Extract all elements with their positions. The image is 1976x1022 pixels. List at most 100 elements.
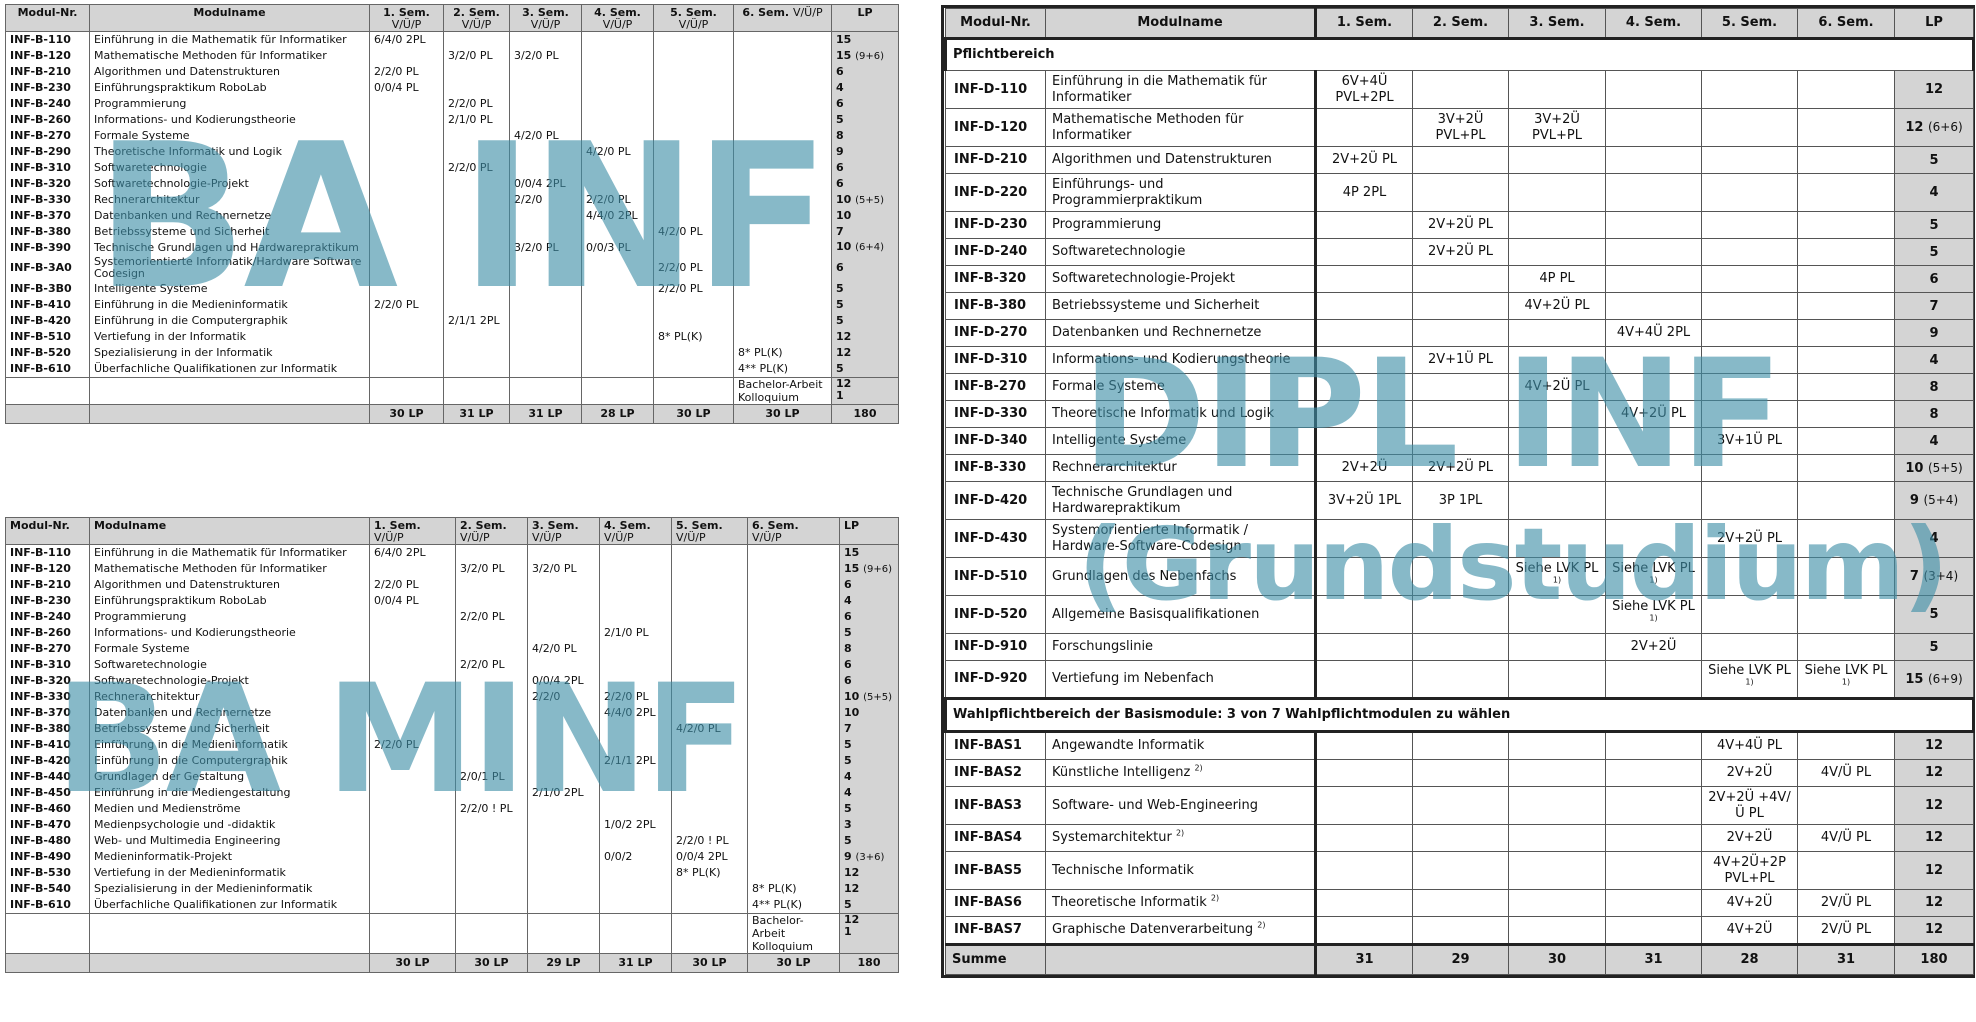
semester-cell	[509, 345, 582, 361]
lp-value: 5	[836, 281, 844, 295]
semester-cell: 2V/Ü PL	[1797, 916, 1895, 945]
semester-cell	[369, 144, 444, 160]
module-name: Einführung in die Mediengestaltung	[89, 785, 370, 801]
module-id: INF-B-380	[945, 292, 1046, 320]
semester-cell	[443, 224, 510, 240]
lp-cell: 12	[839, 881, 899, 897]
module-id: INF-D-240	[945, 238, 1046, 266]
lp-cell: 10 (5+5)	[1894, 454, 1974, 482]
module-id: INF-B-420	[5, 313, 90, 329]
ba-inf-header: Modul-Nr. Modulname 1. Sem. V/Ü/P 2. Sem.…	[5, 4, 899, 32]
semester-value: 4V+2Ü PL	[1524, 379, 1590, 394]
module-id: INF-B-410	[5, 737, 90, 753]
semester-cell	[733, 31, 832, 48]
lp-value: 8	[1929, 406, 1939, 422]
semester-cell: 3V+2Ü PVL+PL	[1412, 108, 1509, 147]
lp-value: 10	[836, 208, 852, 222]
semester-cell	[671, 609, 748, 625]
dipl-body: Pflichtbereich INF-D-110 Einführung in die…	[944, 38, 1975, 975]
empty-cell	[89, 404, 370, 424]
semester-sum: 31 LP	[599, 953, 672, 973]
empty-cell	[1508, 759, 1606, 787]
semester-cell	[1797, 319, 1895, 347]
lp-value: 9	[1929, 325, 1939, 341]
semester-cell	[369, 192, 444, 208]
semester-cell: 8* PL(K)	[671, 865, 748, 881]
semester-cell	[369, 881, 456, 897]
col-sem3: 3. Sem. V/Ü/P	[509, 4, 582, 32]
module-id: INF-BAS7	[945, 916, 1046, 945]
semester-sum: 29	[1412, 943, 1509, 975]
semester-sum: 30 LP	[747, 953, 840, 973]
semester-cell	[747, 865, 840, 881]
module-id: INF-D-310	[945, 346, 1046, 374]
table-row: INF-B-420 Einführung in die Computergraph…	[5, 313, 899, 329]
lp-value: 12	[844, 881, 860, 895]
col-sem5: 5. Sem.	[1701, 8, 1798, 40]
footnote-mark: 1)	[1649, 613, 1658, 623]
module-name: Betriebssysteme und Sicherheit	[89, 721, 370, 737]
lp-value: 5	[844, 737, 852, 751]
table-row: INF-D-510 Grundlagen des Nebenfachs Siehe …	[945, 557, 1974, 596]
semester-cell	[1412, 427, 1509, 455]
col-sem6: 6. Sem. V/Ü/P	[747, 517, 840, 545]
col-modulname: Modulname	[1045, 8, 1317, 40]
semester-cell	[1701, 633, 1798, 661]
semester-cell	[369, 641, 456, 657]
lp-value: 5	[844, 753, 852, 767]
module-id: INF-B-380	[5, 721, 90, 737]
semester-cell: 2/2/0 ! PL	[671, 833, 748, 849]
lp-cell: 6	[839, 673, 899, 689]
semester-cell	[1605, 481, 1702, 520]
semester-cell: 2/2/0 PL	[581, 192, 654, 208]
empty-cell	[1412, 889, 1509, 917]
semester-cell	[369, 849, 456, 865]
semester-cell	[1605, 427, 1702, 455]
semester-cell: 0/0/3 PL	[581, 240, 654, 255]
empty-cell	[1412, 786, 1509, 825]
semester-cell	[369, 769, 456, 785]
lp-cell: 7	[1894, 292, 1974, 320]
semester-cell	[1315, 346, 1413, 374]
module-id: INF-B-520	[5, 345, 90, 361]
semester-cell: 2V+2Ü	[1701, 824, 1798, 852]
semester-cell	[653, 361, 734, 378]
lp-value: 5	[1929, 244, 1939, 260]
module-id: INF-D-220	[945, 173, 1046, 212]
semester-cell	[671, 673, 748, 689]
module-id: INF-B-540	[5, 881, 90, 897]
semester-cell	[653, 160, 734, 176]
module-name: Algorithmen und Datenstrukturen	[89, 64, 370, 80]
semester-cell	[599, 561, 672, 577]
semester-cell	[509, 329, 582, 345]
module-id: INF-B-120	[5, 561, 90, 577]
semester-cell	[1701, 346, 1798, 374]
module-id: INF-BAS6	[945, 889, 1046, 917]
semester-cell: 3V+1Ü PL	[1701, 427, 1798, 455]
module-name: Technische Grundlagen und Hardwareprakti…	[89, 240, 370, 255]
module-id: INF-D-520	[945, 595, 1046, 634]
semester-cell	[599, 833, 672, 849]
module-name: Einführung in die Medieninformatik	[89, 737, 370, 753]
semester-cell	[733, 48, 832, 64]
total-lp: 180	[831, 404, 899, 424]
ba-minf-header: Modul-Nr. Modulname 1. Sem. V/Ü/P 2. Sem.…	[5, 517, 899, 545]
module-name: Datenbanken und Rechnernetze	[89, 208, 370, 224]
lp-value: 10	[836, 240, 852, 253]
lp-value: 4	[1929, 433, 1939, 449]
semester-value: 4V+2Ü	[1726, 895, 1773, 910]
lp-value: 7	[1909, 569, 1919, 584]
semester-cell	[443, 281, 510, 297]
module-id: INF-B-450	[5, 785, 90, 801]
semester-cell	[443, 128, 510, 144]
table-row: INF-BAS5 Technische Informatik 4V+2Ü+2P PV…	[945, 851, 1974, 890]
semester-cell: 4V/Ü PL	[1797, 824, 1895, 852]
semester-cell	[369, 48, 444, 64]
semester-cell	[1701, 265, 1798, 293]
footnote-mark: 2)	[1194, 763, 1203, 773]
module-id: INF-B-270	[5, 641, 90, 657]
table-row: INF-B-310 Softwaretechnologie 2/2/0 PL 6	[5, 160, 899, 176]
empty-cell	[5, 377, 90, 405]
module-name: Informations- und Kodierungstheorie	[89, 625, 370, 641]
semester-cell	[653, 297, 734, 313]
